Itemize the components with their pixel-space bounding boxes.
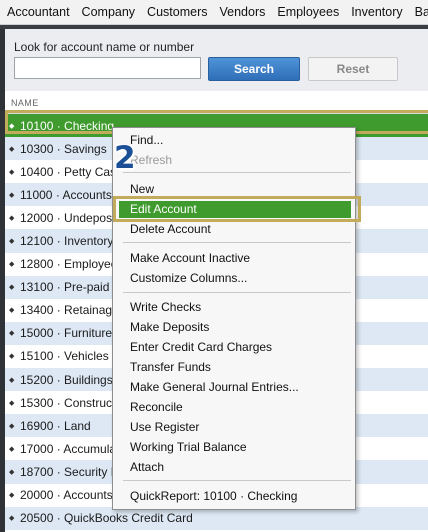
menu-bar: Accountant Company Customers Vendors Emp… <box>0 0 428 25</box>
menu-item-quickreport[interactable]: QuickReport: 10100 · Checking <box>130 489 297 503</box>
menu-separator <box>123 242 351 243</box>
menu-item-make-deposits[interactable]: Make Deposits <box>130 320 209 334</box>
account-name: 10300 · Savings <box>20 141 107 156</box>
menu-item-reconcile[interactable]: Reconcile <box>130 400 183 414</box>
menu-separator <box>123 172 351 173</box>
menu-item-journal-entries[interactable]: Make General Journal Entries... <box>130 380 299 394</box>
menu-item-write-checks[interactable]: Write Checks <box>130 300 201 314</box>
menu-accountant[interactable]: Accountant <box>0 5 76 19</box>
account-name: 20500 · QuickBooks Credit Card <box>20 511 193 526</box>
diamond-icon: ◆ <box>9 468 15 476</box>
table-row[interactable]: ◆ 20500 · QuickBooks Credit Card <box>5 506 428 530</box>
search-label: Look for account name or number <box>14 40 195 54</box>
menu-item-transfer-funds[interactable]: Transfer Funds <box>130 360 211 374</box>
diamond-icon: ◆ <box>9 145 15 153</box>
account-name: 15100 · Vehicles <box>20 349 109 364</box>
diamond-icon: ◆ <box>9 330 15 338</box>
diamond-icon: ◆ <box>9 445 15 453</box>
reset-button[interactable]: Reset <box>308 57 398 81</box>
menu-item-credit-card-charges[interactable]: Enter Credit Card Charges <box>130 340 272 354</box>
diamond-icon: ◆ <box>9 191 15 199</box>
menu-item-new[interactable]: New <box>130 182 154 196</box>
account-name: 10400 · Petty Cash <box>20 164 123 179</box>
menu-item-use-register[interactable]: Use Register <box>130 420 199 434</box>
menu-item-make-inactive[interactable]: Make Account Inactive <box>130 251 250 265</box>
account-name: 16900 · Land <box>20 418 91 433</box>
search-input[interactable] <box>14 57 201 79</box>
menu-employees[interactable]: Employees <box>271 5 345 19</box>
diamond-icon: ◆ <box>9 376 15 384</box>
context-menu: Find... Refresh New Edit Account Delete … <box>112 127 356 510</box>
diamond-icon: ◆ <box>9 307 15 315</box>
menu-separator <box>123 480 351 481</box>
diamond-icon: ◆ <box>9 492 15 500</box>
diamond-icon: ◆ <box>9 284 15 292</box>
search-panel: Look for account name or number Search R… <box>5 29 428 91</box>
menu-customers[interactable]: Customers <box>141 5 213 19</box>
search-button[interactable]: Search <box>208 57 300 81</box>
menu-inventory[interactable]: Inventory <box>345 5 408 19</box>
diamond-icon: ◆ <box>9 261 15 269</box>
diamond-icon: ◆ <box>9 515 15 523</box>
diamond-icon: ◆ <box>9 238 15 246</box>
edit-account-callout <box>113 196 361 222</box>
menu-item-refresh: Refresh <box>130 153 173 167</box>
menu-company[interactable]: Company <box>76 5 142 19</box>
step-number-badge: 2 <box>114 140 136 176</box>
menu-item-working-trial-balance[interactable]: Working Trial Balance <box>130 440 247 454</box>
diamond-icon: ◆ <box>9 353 15 361</box>
diamond-icon: ◆ <box>9 399 15 407</box>
diamond-icon: ◆ <box>9 168 15 176</box>
menu-separator <box>123 292 351 293</box>
diamond-icon: ◆ <box>9 214 15 222</box>
menu-item-delete-account[interactable]: Delete Account <box>130 222 211 236</box>
menu-banking[interactable]: Banking <box>409 5 428 19</box>
diamond-icon: ◆ <box>9 422 15 430</box>
menu-vendors[interactable]: Vendors <box>213 5 271 19</box>
menu-item-attach[interactable]: Attach <box>130 460 164 474</box>
menu-item-customize-columns[interactable]: Customize Columns... <box>130 271 247 285</box>
